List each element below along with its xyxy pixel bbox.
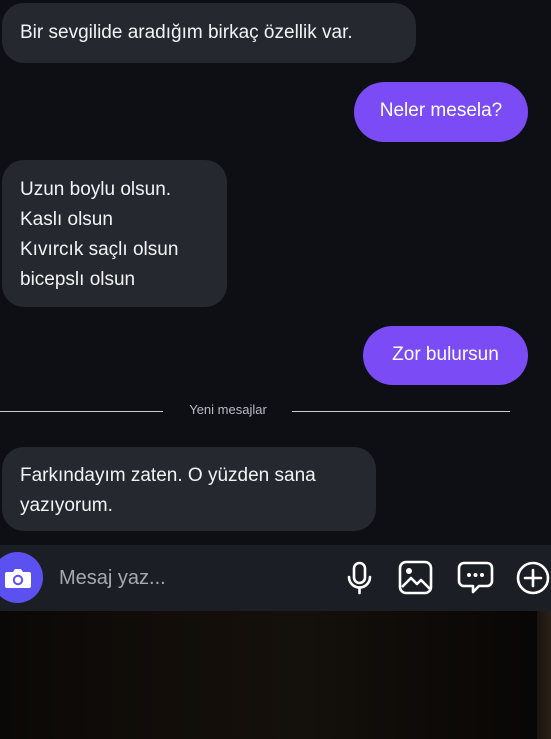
microphone-button[interactable] xyxy=(340,558,380,598)
incoming-message[interactable]: Farkındayım zaten. O yüzden sana yazıyor… xyxy=(2,447,376,531)
add-attachment-button[interactable] xyxy=(513,558,551,598)
sticker-icon xyxy=(457,561,494,594)
divider-line xyxy=(0,411,163,412)
chat-thread: Bir sevgilide aradığım birkaç özellik va… xyxy=(0,0,551,545)
camera-icon xyxy=(5,569,31,588)
image-icon xyxy=(398,560,433,595)
incoming-message[interactable]: Uzun boylu olsun. Kaslı olsun Kıvırcık s… xyxy=(2,160,227,307)
new-messages-label: Yeni mesajlar xyxy=(189,402,267,417)
new-messages-divider: Yeni mesajlar xyxy=(0,401,551,421)
plus-icon xyxy=(516,561,550,595)
outgoing-message[interactable]: Zor bulursun xyxy=(363,326,528,385)
background-photo-area xyxy=(0,611,551,739)
sticker-button[interactable] xyxy=(456,558,496,598)
photo-edge xyxy=(537,611,551,739)
microphone-icon xyxy=(347,561,372,595)
outgoing-message[interactable]: Neler mesela? xyxy=(354,82,528,142)
message-input[interactable] xyxy=(57,562,321,594)
message-composer xyxy=(0,545,551,611)
gallery-button[interactable] xyxy=(396,558,436,598)
incoming-message[interactable]: Bir sevgilide aradığım birkaç özellik va… xyxy=(2,3,416,63)
divider-line xyxy=(292,411,510,412)
camera-button[interactable] xyxy=(0,552,43,603)
